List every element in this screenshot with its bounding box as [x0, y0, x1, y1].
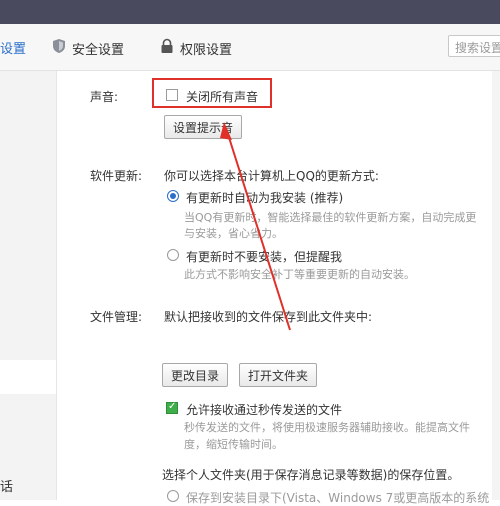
- annotation-arrow: [220, 122, 291, 331]
